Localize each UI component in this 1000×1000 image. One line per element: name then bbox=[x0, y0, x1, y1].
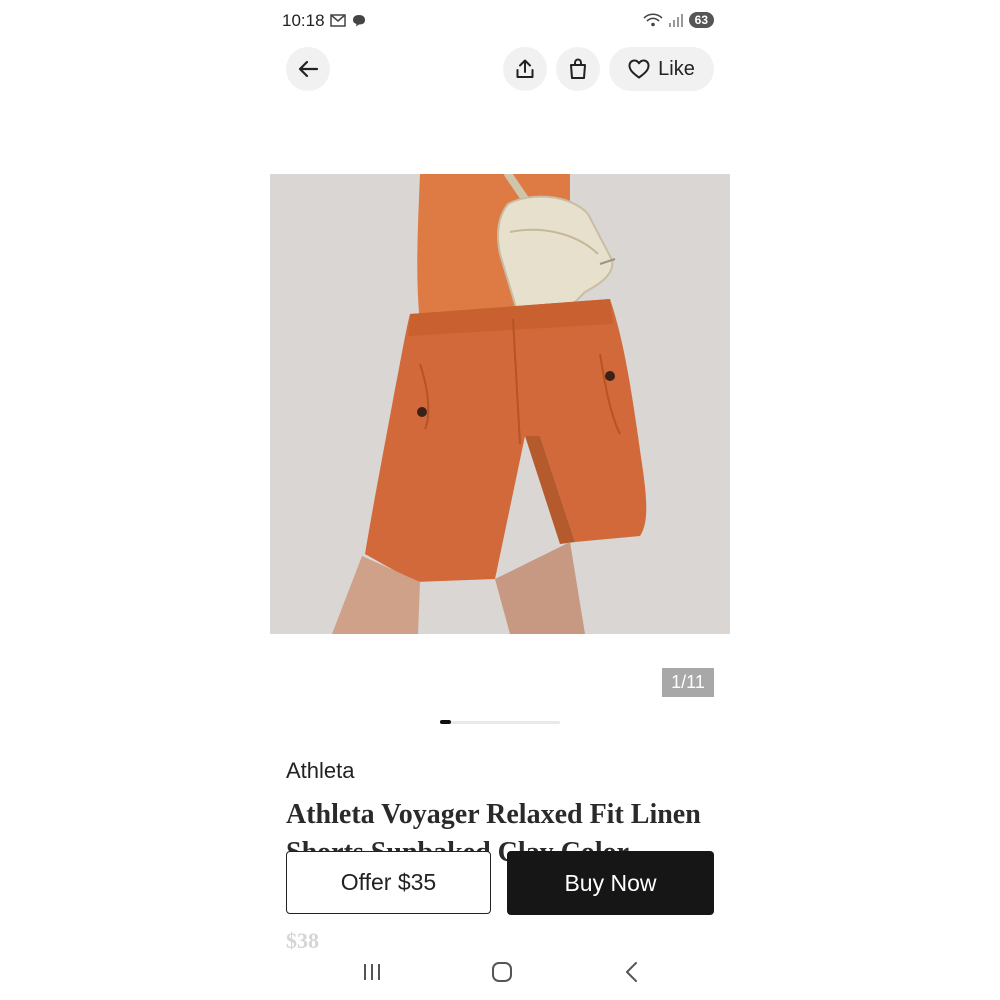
share-icon bbox=[516, 59, 534, 78]
system-back-button[interactable] bbox=[612, 956, 652, 988]
recents-icon bbox=[364, 964, 380, 980]
status-bar: 10:18 63 bbox=[270, 0, 730, 44]
brand-name[interactable]: Athleta bbox=[286, 758, 355, 784]
chat-bubble-icon bbox=[353, 15, 365, 27]
recents-button[interactable] bbox=[352, 956, 392, 988]
system-nav-bar bbox=[270, 950, 730, 994]
wifi-icon bbox=[643, 13, 663, 27]
shorts-photo bbox=[270, 174, 730, 634]
signal-icon bbox=[668, 14, 683, 27]
buy-now-button[interactable]: Buy Now bbox=[507, 851, 714, 915]
app-screen: 10:18 63 Like 1/11 Athleta Athleta Voyag… bbox=[270, 0, 730, 1000]
heart-outline-icon bbox=[628, 59, 650, 79]
notification-icons bbox=[330, 14, 366, 27]
offer-button[interactable]: Offer $35 bbox=[286, 851, 491, 914]
arrow-left-icon bbox=[298, 60, 319, 78]
back-button[interactable] bbox=[286, 47, 330, 91]
image-counter: 1/11 bbox=[662, 668, 714, 697]
bag-button[interactable] bbox=[556, 47, 600, 91]
battery-indicator: 63 bbox=[688, 12, 714, 28]
gmail-icon bbox=[330, 14, 346, 27]
back-chevron-icon bbox=[626, 962, 637, 982]
like-label: Like bbox=[658, 57, 695, 80]
shopping-bag-icon bbox=[570, 58, 586, 79]
like-button[interactable]: Like bbox=[609, 47, 714, 91]
status-time: 10:18 bbox=[282, 11, 325, 30]
home-button[interactable] bbox=[482, 956, 522, 988]
carousel-indicator[interactable] bbox=[440, 720, 560, 724]
system-status: 63 bbox=[643, 12, 714, 28]
home-icon bbox=[492, 962, 512, 982]
action-bar: Offer $35 Buy Now bbox=[270, 845, 730, 927]
share-button[interactable] bbox=[503, 47, 547, 91]
carousel-indicator-thumb bbox=[440, 720, 451, 724]
product-image[interactable] bbox=[270, 174, 730, 634]
